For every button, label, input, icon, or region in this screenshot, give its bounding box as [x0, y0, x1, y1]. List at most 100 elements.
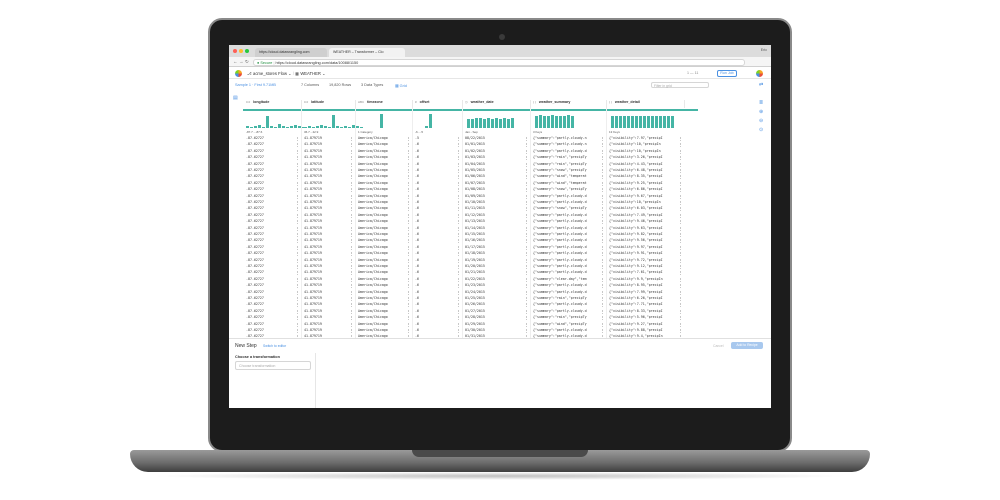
table-cell[interactable]: {"visibility":4.43,"precipI [609, 162, 679, 166]
table-cell[interactable]: {"visibility":8.35,"precipI [609, 174, 679, 178]
table-cell[interactable]: 41.879719 [304, 155, 350, 159]
table-cell[interactable]: 01/01/2015 [465, 142, 525, 146]
column-browser-icon[interactable]: ▤ [233, 95, 238, 101]
histogram-bar[interactable] [304, 127, 307, 128]
table-cell[interactable]: 41.879719 [304, 136, 350, 140]
histogram-bar[interactable] [491, 119, 494, 128]
histogram-bar[interactable] [425, 126, 428, 128]
table-cell[interactable]: {"summary":"snow","precipTy [533, 187, 601, 191]
histogram-bar[interactable] [340, 127, 343, 128]
table-cell[interactable]: {"visibility":7.71,"precipI [609, 302, 679, 306]
histogram-bar[interactable] [559, 116, 562, 128]
table-cell[interactable]: {"visibility":5.96,"precipI [609, 315, 679, 319]
table-cell[interactable]: -6 [415, 200, 457, 204]
table-cell[interactable]: -6 [415, 142, 457, 146]
table-cell[interactable]: 01/21/2015 [465, 270, 525, 274]
table-cell[interactable]: America/Chicago [358, 155, 407, 159]
flow-title[interactable]: acme_stores Flow [253, 71, 287, 76]
table-cell[interactable]: -87.62727 [246, 187, 296, 191]
histogram-bar[interactable] [671, 116, 674, 128]
table-cell[interactable]: {"visibility":7.97,"precipI [609, 136, 679, 140]
table-cell[interactable]: -6 [415, 181, 457, 185]
table-cell[interactable]: -87.62727 [246, 258, 296, 262]
histogram-bar[interactable] [655, 116, 658, 128]
table-cell[interactable]: America/Chicago [358, 251, 407, 255]
table-cell[interactable]: {"visibility":9.25,"precipI [609, 181, 679, 185]
histogram-bar[interactable] [551, 115, 554, 128]
table-cell[interactable]: 41.879719 [304, 238, 350, 242]
table-cell[interactable]: {"summary":"partly-cloudy-d [533, 149, 601, 153]
table-cell[interactable]: -5 [415, 136, 457, 140]
histogram-bar[interactable] [328, 127, 331, 128]
close-window-icon[interactable] [233, 49, 237, 53]
table-cell[interactable]: 41.879719 [304, 315, 350, 319]
table-cell[interactable]: America/Chicago [358, 283, 407, 287]
table-cell[interactable]: -87.62727 [246, 302, 296, 306]
table-cell[interactable]: -87.62727 [246, 315, 296, 319]
histogram-bar[interactable] [495, 118, 498, 128]
histogram-bar[interactable] [535, 116, 538, 128]
table-cell[interactable]: 01/16/2015 [465, 238, 525, 242]
table-cell[interactable]: {"summary":"partly-cloudy-d [533, 309, 601, 313]
column-header-weather-date[interactable]: ◷ weather_date [465, 100, 531, 108]
browser-tab-2[interactable]: WEATHER – Transformer – Clo [329, 48, 405, 57]
table-cell[interactable]: {"summary":"rain","precipTy [533, 296, 601, 300]
browser-tab-1[interactable]: https://cloud.datawrangling.com [255, 48, 327, 57]
table-cell[interactable]: {"summary":"rain","precipTy [533, 162, 601, 166]
table-cell[interactable]: -87.62727 [246, 328, 296, 332]
table-cell[interactable]: 01/13/2015 [465, 219, 525, 223]
histogram-bar[interactable] [348, 127, 351, 128]
table-cell[interactable]: {"visibility":10,"precipIn [609, 200, 679, 204]
histogram-bar[interactable] [635, 116, 638, 128]
table-cell[interactable]: 01/06/2015 [465, 174, 525, 178]
table-cell[interactable]: {"visibility":6.26,"precipI [609, 296, 679, 300]
table-cell[interactable]: {"summary":"partly-cloudy-d [533, 264, 601, 268]
table-cell[interactable]: America/Chicago [358, 238, 407, 242]
table-cell[interactable]: {"summary":"partly-cloudy-n [533, 136, 601, 140]
table-cell[interactable]: {"visibility":9.91,"precipI [609, 251, 679, 255]
table-cell[interactable]: {"visibility":9.67,"precipI [609, 194, 679, 198]
table-cell[interactable]: America/Chicago [358, 136, 407, 140]
table-cell[interactable]: America/Chicago [358, 213, 407, 217]
table-cell[interactable]: 41.879719 [304, 290, 350, 294]
table-cell[interactable]: {"summary":"partly-cloudy-d [533, 251, 601, 255]
column-histogram[interactable] [465, 112, 531, 128]
table-cell[interactable]: 01/26/2015 [465, 302, 525, 306]
histogram-bar[interactable] [619, 116, 622, 128]
minimize-window-icon[interactable] [239, 49, 243, 53]
view-selector[interactable]: ▦ Grid [395, 83, 407, 88]
table-cell[interactable]: America/Chicago [358, 264, 407, 268]
table-cell[interactable]: -6 [415, 238, 457, 242]
chevron-down-icon[interactable]: ⌄ [322, 71, 326, 76]
table-cell[interactable]: 01/20/2015 [465, 264, 525, 268]
table-cell[interactable]: -6 [415, 226, 457, 230]
histogram-bar[interactable] [380, 114, 383, 128]
table-cell[interactable]: 41.879719 [304, 213, 350, 217]
table-cell[interactable]: 41.879719 [304, 232, 350, 236]
data-types-count[interactable]: 3 Data Types [361, 83, 383, 87]
histogram-bar[interactable] [631, 116, 634, 128]
table-cell[interactable]: {"summary":"wind","temperat [533, 174, 601, 178]
table-cell[interactable]: 41.879719 [304, 270, 350, 274]
table-cell[interactable]: {"summary":"wind","precipTy [533, 322, 601, 326]
histogram-bar[interactable] [332, 115, 335, 128]
column-type-icon[interactable]: 0.0 [304, 100, 308, 104]
column-header-weather-summary[interactable]: { } weather_summary [533, 100, 607, 108]
table-cell[interactable]: 01/28/2015 [465, 315, 525, 319]
table-cell[interactable]: {"summary":"partly-cloudy-d [533, 226, 601, 230]
zoom-out-icon[interactable]: ⊖ [759, 118, 763, 124]
column-header-weather-detail[interactable]: { } weather_detail [609, 100, 685, 108]
table-cell[interactable]: {"summary":"partly-cloudy-d [533, 232, 601, 236]
table-cell[interactable]: -87.62727 [246, 136, 296, 140]
table-cell[interactable]: -6 [415, 296, 457, 300]
table-cell[interactable]: America/Chicago [358, 328, 407, 332]
table-cell[interactable]: -87.62727 [246, 149, 296, 153]
table-cell[interactable]: 08/22/2015 [465, 136, 525, 140]
table-cell[interactable]: -87.62727 [246, 181, 296, 185]
account-icon[interactable] [756, 70, 763, 77]
run-job-button[interactable]: Run Job [717, 70, 737, 77]
table-cell[interactable]: -87.62727 [246, 206, 296, 210]
histogram-bar[interactable] [659, 116, 662, 128]
table-cell[interactable]: {"visibility":6.48,"precipI [609, 168, 679, 172]
table-cell[interactable]: -6 [415, 328, 457, 332]
